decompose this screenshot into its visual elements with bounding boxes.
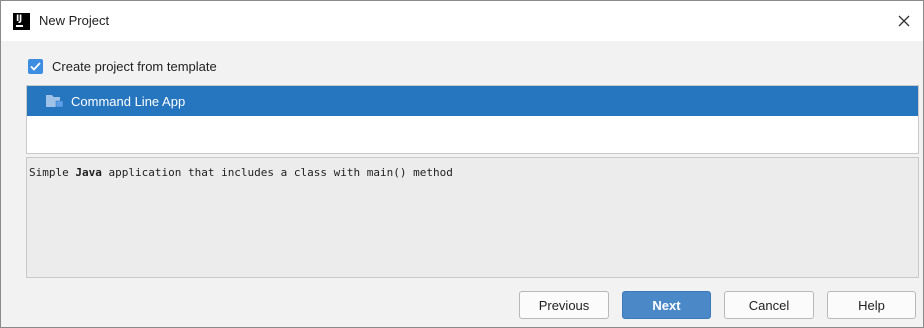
description-suffix: application that includes a class with m…: [101, 166, 453, 179]
template-description-panel: Simple Java application that includes a …: [26, 157, 919, 278]
description-language: Java: [75, 166, 102, 179]
create-from-template-label: Create project from template: [52, 58, 217, 74]
cancel-button[interactable]: Cancel: [724, 291, 814, 319]
close-icon: [898, 15, 910, 27]
window-title: New Project: [39, 13, 110, 28]
next-button[interactable]: Next: [622, 291, 711, 319]
new-project-dialog: IJ New Project Create project from templ…: [0, 0, 924, 328]
template-item-command-line-app[interactable]: Command Line App: [27, 86, 918, 116]
description-prefix: Simple: [29, 166, 76, 179]
template-description: Simple Java application that includes a …: [29, 166, 453, 179]
help-button[interactable]: Help: [827, 291, 916, 319]
checkmark-icon: [30, 61, 41, 71]
create-from-template-checkbox[interactable]: [28, 58, 43, 74]
folder-icon: [46, 95, 64, 108]
template-item-label: Command Line App: [71, 93, 186, 109]
template-list[interactable]: Command Line App: [26, 85, 919, 154]
previous-button[interactable]: Previous: [519, 291, 609, 319]
intellij-logo-icon: IJ: [13, 13, 30, 30]
close-button[interactable]: [889, 7, 919, 35]
create-from-template-option[interactable]: Create project from template: [28, 57, 217, 75]
title-bar: IJ New Project: [1, 1, 923, 41]
